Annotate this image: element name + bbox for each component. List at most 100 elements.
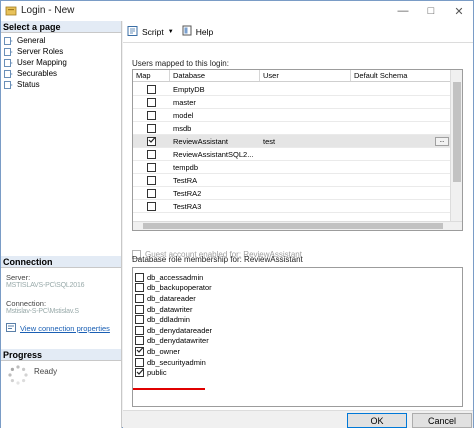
role-checkbox-checked[interactable] bbox=[135, 346, 144, 356]
schema-cell[interactable] bbox=[351, 96, 451, 109]
database-cell: msdb bbox=[173, 123, 192, 133]
map-checkbox[interactable] bbox=[147, 162, 156, 172]
schema-cell[interactable]: ... bbox=[351, 135, 451, 148]
map-checkbox[interactable] bbox=[147, 84, 156, 94]
table-row[interactable]: TestRA2 bbox=[133, 187, 451, 200]
column-header-default-schema[interactable]: Default Schema bbox=[351, 70, 451, 81]
help-button[interactable]: Help bbox=[182, 25, 213, 38]
table-row[interactable]: ReviewAssistantSQL2... bbox=[133, 148, 451, 161]
column-header-database[interactable]: Database bbox=[170, 70, 260, 81]
column-header-map[interactable]: Map bbox=[133, 70, 170, 81]
list-item[interactable]: db_owner bbox=[133, 346, 462, 357]
list-item[interactable]: db_securityadmin bbox=[133, 357, 462, 368]
database-cell: model bbox=[173, 110, 194, 120]
vertical-scroll-thumb[interactable] bbox=[453, 82, 461, 182]
help-label: Help bbox=[195, 26, 214, 37]
schema-cell[interactable] bbox=[351, 109, 451, 122]
map-checkbox[interactable] bbox=[147, 149, 156, 159]
table-row-selected[interactable]: ReviewAssistant test ... bbox=[133, 135, 451, 148]
schema-cell[interactable] bbox=[351, 122, 451, 135]
list-item[interactable]: db_datareader bbox=[133, 293, 462, 304]
list-item[interactable]: public bbox=[133, 367, 462, 378]
schema-cell[interactable] bbox=[351, 187, 451, 200]
list-item[interactable]: db_backupoperator bbox=[133, 283, 462, 294]
table-row[interactable]: TestRA3 bbox=[133, 200, 451, 213]
list-item[interactable]: db_ddladmin bbox=[133, 314, 462, 325]
minimize-button[interactable]: — bbox=[389, 1, 417, 21]
cancel-button[interactable]: Cancel bbox=[412, 413, 472, 428]
maximize-button[interactable]: □ bbox=[417, 1, 445, 21]
close-icon: ✕ bbox=[454, 5, 464, 18]
role-checkbox[interactable] bbox=[135, 283, 144, 293]
page-item-label: User Mapping bbox=[17, 58, 67, 67]
view-connection-properties-link[interactable]: View connection properties bbox=[6, 323, 110, 334]
list-item[interactable]: db_accessadmin bbox=[133, 272, 462, 283]
table-row[interactable]: EmptyDB bbox=[133, 83, 451, 96]
role-checkbox[interactable] bbox=[135, 293, 144, 303]
minimize-icon: — bbox=[397, 5, 409, 17]
ok-button[interactable]: OK bbox=[347, 413, 407, 428]
properties-icon bbox=[6, 323, 16, 334]
schema-browse-button[interactable]: ... bbox=[435, 136, 449, 146]
role-name: db_datareader bbox=[147, 293, 196, 303]
role-checkbox[interactable] bbox=[135, 336, 144, 346]
users-mapped-grid[interactable]: Map Database User Default Schema EmptyDB… bbox=[132, 69, 463, 231]
map-checkbox[interactable] bbox=[147, 110, 156, 120]
page-icon bbox=[4, 69, 14, 78]
vertical-scrollbar[interactable] bbox=[450, 70, 462, 230]
database-cell: ReviewAssistantSQL2... bbox=[173, 149, 254, 159]
map-checkbox[interactable] bbox=[147, 188, 156, 198]
schema-cell[interactable] bbox=[351, 200, 451, 213]
role-checkbox-checked[interactable] bbox=[135, 368, 144, 378]
horizontal-scroll-thumb[interactable] bbox=[143, 223, 443, 229]
role-checkbox[interactable] bbox=[135, 272, 144, 282]
role-name: public bbox=[147, 368, 167, 378]
progress-header: Progress bbox=[1, 349, 121, 361]
role-name: db_datawriter bbox=[147, 304, 193, 314]
role-checkbox[interactable] bbox=[135, 315, 144, 325]
page-icon bbox=[4, 80, 14, 89]
map-checkbox[interactable] bbox=[147, 201, 156, 211]
checkmark-icon bbox=[136, 346, 144, 356]
page-item-status[interactable]: Status bbox=[4, 79, 67, 90]
maximize-icon: □ bbox=[427, 5, 435, 17]
page-item-label: Server Roles bbox=[17, 47, 64, 56]
window-title: Login - New bbox=[21, 5, 75, 16]
table-row[interactable]: msdb bbox=[133, 122, 451, 135]
list-item[interactable]: db_denydatareader bbox=[133, 325, 462, 336]
list-item[interactable]: db_denydatawriter bbox=[133, 336, 462, 347]
role-checkbox[interactable] bbox=[135, 357, 144, 367]
view-link-text: View connection properties bbox=[20, 324, 110, 333]
role-checkbox[interactable] bbox=[135, 325, 144, 335]
column-header-user[interactable]: User bbox=[260, 70, 351, 81]
map-checkbox[interactable] bbox=[147, 97, 156, 107]
schema-cell[interactable] bbox=[351, 161, 451, 174]
list-item[interactable]: db_datawriter bbox=[133, 304, 462, 315]
page-item-user-mapping[interactable]: User Mapping bbox=[4, 57, 67, 68]
map-checkbox[interactable] bbox=[147, 175, 156, 185]
connection-label: Connection: bbox=[6, 299, 47, 308]
schema-cell[interactable] bbox=[351, 174, 451, 187]
page-item-securables[interactable]: Securables bbox=[4, 68, 67, 79]
close-button[interactable]: ✕ bbox=[445, 1, 473, 21]
role-name: db_denydatawriter bbox=[147, 336, 209, 346]
table-row[interactable]: TestRA bbox=[133, 174, 451, 187]
map-checkbox-checked[interactable] bbox=[147, 136, 156, 146]
page-item-server-roles[interactable]: Server Roles bbox=[4, 46, 67, 57]
user-cell[interactable]: test bbox=[260, 137, 351, 146]
page-item-general[interactable]: General bbox=[4, 35, 67, 46]
table-row[interactable]: master bbox=[133, 96, 451, 109]
table-row[interactable]: tempdb bbox=[133, 161, 451, 174]
page-icon bbox=[4, 47, 14, 56]
map-checkbox[interactable] bbox=[147, 123, 156, 133]
schema-cell[interactable] bbox=[351, 148, 451, 161]
page-icon bbox=[4, 58, 14, 67]
page-item-label: Securables bbox=[17, 69, 58, 78]
role-checkbox[interactable] bbox=[135, 304, 144, 314]
dropdown-arrow-icon[interactable]: ▼ bbox=[168, 29, 174, 35]
table-row[interactable]: model bbox=[133, 109, 451, 122]
role-membership-list: db_accessadmin db_backupoperator db_data… bbox=[132, 267, 463, 407]
horizontal-scrollbar[interactable] bbox=[133, 221, 462, 230]
schema-cell[interactable] bbox=[351, 83, 451, 96]
script-button[interactable]: Script ▼ bbox=[127, 25, 174, 39]
